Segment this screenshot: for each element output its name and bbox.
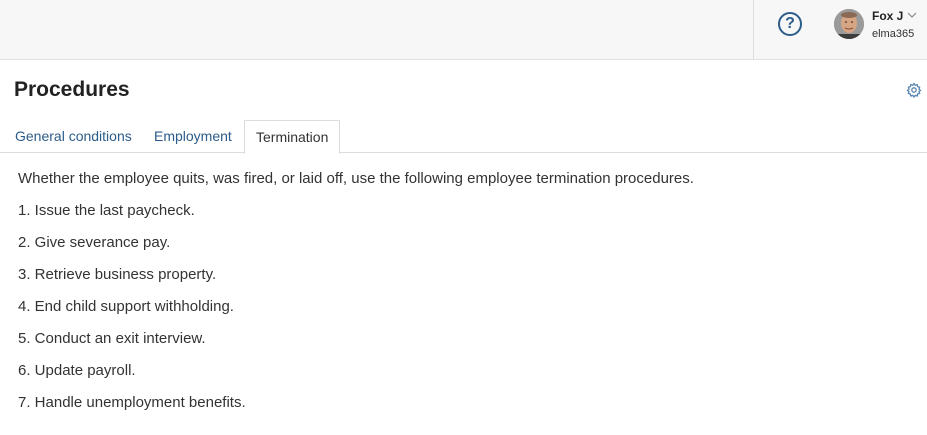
intro-text: Whether the employee quits, was fired, o…	[18, 170, 694, 187]
procedure-content: Whether the employee quits, was fired, o…	[18, 170, 908, 426]
list-item: 3. Retrieve business property.	[18, 266, 217, 283]
list-item: 2. Give severance pay.	[18, 234, 171, 251]
user-name[interactable]: Fox J	[872, 9, 903, 23]
topbar-divider	[753, 0, 754, 59]
page-title: Procedures	[14, 78, 130, 101]
gear-icon[interactable]	[906, 82, 922, 98]
tab-employment[interactable]: Employment	[154, 120, 232, 153]
help-icon[interactable]: ?	[778, 12, 802, 36]
tab-general-conditions[interactable]: General conditions	[15, 120, 132, 153]
tab-bar: General conditions Employment Terminatio…	[0, 120, 927, 154]
list-item: 1. Issue the last paycheck.	[18, 202, 195, 219]
steps-list: 1. Issue the last paycheck. 2. Give seve…	[18, 202, 908, 426]
list-item: 4. End child support withholding.	[18, 298, 234, 315]
chevron-down-icon[interactable]	[907, 10, 917, 20]
tab-termination[interactable]: Termination	[244, 120, 341, 154]
top-bar: ? Fox J elma365	[0, 0, 927, 60]
list-item: 5. Conduct an exit interview.	[18, 330, 206, 347]
user-company: elma365	[872, 28, 915, 40]
list-item: 6. Update payroll.	[18, 362, 136, 379]
list-item: 7. Handle unemployment benefits.	[18, 394, 246, 411]
avatar[interactable]	[834, 9, 864, 39]
avatar-photo-icon	[834, 9, 864, 39]
